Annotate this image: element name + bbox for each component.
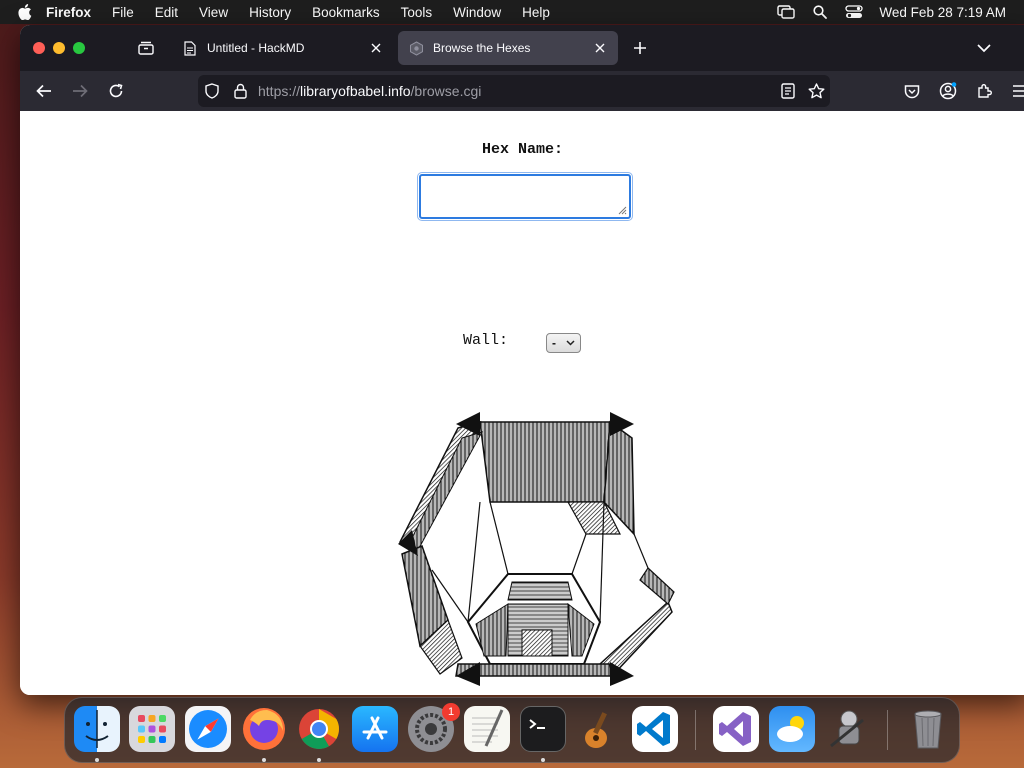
visual-studio-icon[interactable] [713,706,759,752]
launchpad-icon[interactable] [129,706,175,752]
hex-name-textarea[interactable]: 5u55p5wcd4ff2o0oqgg157 z4suws42zh4bcqkse… [417,172,633,221]
tab-bar: Untitled - HackMD Browse the Hexes [20,25,1024,71]
zoom-window-button[interactable] [73,42,85,54]
trash-icon[interactable] [905,706,951,752]
lock-icon[interactable] [230,81,250,101]
finder-icon[interactable] [74,706,120,752]
running-indicator [262,758,266,762]
screen-mirroring-icon[interactable] [777,4,796,20]
running-indicator [95,758,99,762]
dock: 1 [64,697,960,763]
document-icon [182,40,198,56]
menu-history[interactable]: History [249,5,291,20]
hexagon-icon [408,40,424,56]
automator-icon[interactable] [825,706,871,752]
extensions-icon[interactable] [974,81,994,101]
menu-bar: Firefox File Edit View History Bookmarks… [0,0,1024,24]
spotlight-search-icon[interactable] [811,4,829,20]
inner-shelf-top [507,581,573,601]
url-text[interactable]: https://libraryofbabel.info/browse.cgi [258,83,481,99]
new-tab-icon[interactable] [630,38,650,58]
chevron-down-icon [566,340,575,346]
weather-icon[interactable] [769,706,815,752]
menubar-clock[interactable]: Wed Feb 28 7:19 AM [879,5,1006,20]
apple-icon[interactable] [18,4,32,20]
url-bar[interactable]: https://libraryofbabel.info/browse.cgi [198,75,830,107]
browser-window: Untitled - HackMD Browse the Hexes https… [20,25,1024,695]
pocket-icon[interactable] [902,81,922,101]
inner-shaft [521,629,553,657]
control-center-icon[interactable] [845,4,864,20]
forward-arrow-icon[interactable] [70,81,90,101]
running-indicator [317,758,321,762]
tab-title: Browse the Hexes [433,41,531,55]
wall-top[interactable] [479,421,611,503]
vscode-icon[interactable] [632,706,678,752]
menu-bookmarks[interactable]: Bookmarks [312,5,380,20]
garageband-icon[interactable] [576,706,622,752]
wall-label: Wall: [463,332,509,349]
firefox-icon[interactable] [241,706,287,752]
firefox-view-icon[interactable] [136,38,156,58]
tab-title: Untitled - HackMD [207,41,305,55]
tab-browse-hexes[interactable]: Browse the Hexes [398,31,618,65]
window-controls [33,42,85,54]
running-indicator [541,758,545,762]
page-content: Hex Name: 5u55p5wcd4ff2o0oqgg157 z4suws4… [20,111,1024,695]
wall-select[interactable]: - [546,333,581,353]
navigation-toolbar: https://libraryofbabel.info/browse.cgi [20,71,1024,111]
dock-separator [695,710,696,750]
url-path: /browse.cgi [410,83,482,99]
chrome-icon[interactable] [296,706,342,752]
notification-badge: 1 [442,703,460,721]
reader-view-icon[interactable] [778,81,798,101]
menu-window[interactable]: Window [453,5,501,20]
minimize-window-button[interactable] [53,42,65,54]
tab-hackmd[interactable]: Untitled - HackMD [172,31,394,65]
account-icon[interactable] [938,81,958,101]
tracking-protection-shield-icon[interactable] [202,81,222,101]
menu-tools[interactable]: Tools [401,5,433,20]
hexagon-room-illustration[interactable] [372,394,682,686]
menu-view[interactable]: View [199,5,228,20]
textedit-icon[interactable] [464,706,510,752]
app-store-icon[interactable] [352,706,398,752]
bookmark-star-icon[interactable] [806,81,826,101]
menu-app-firefox[interactable]: Firefox [46,5,91,20]
url-domain: libraryofbabel.info [300,83,411,99]
chevron-down-icon[interactable] [974,38,994,58]
safari-icon[interactable] [185,706,231,752]
close-window-button[interactable] [33,42,45,54]
wall-right-upper [639,567,675,605]
close-tab-icon[interactable] [368,40,384,56]
close-tab-icon[interactable] [592,40,608,56]
resize-grip-icon[interactable] [617,205,627,215]
hex-name-label: Hex Name: [482,141,564,158]
wall-top-left-shelves [407,431,484,551]
wall-selected-value: - [552,336,556,350]
reload-icon[interactable] [106,81,126,101]
terminal-icon[interactable] [520,706,566,752]
url-prefix: https:// [258,83,301,99]
hamburger-menu-icon[interactable] [1010,81,1024,101]
back-arrow-icon[interactable] [34,81,54,101]
menu-help[interactable]: Help [522,5,550,20]
dock-separator [887,710,888,750]
menu-edit[interactable]: Edit [155,5,178,20]
menu-file[interactable]: File [112,5,134,20]
